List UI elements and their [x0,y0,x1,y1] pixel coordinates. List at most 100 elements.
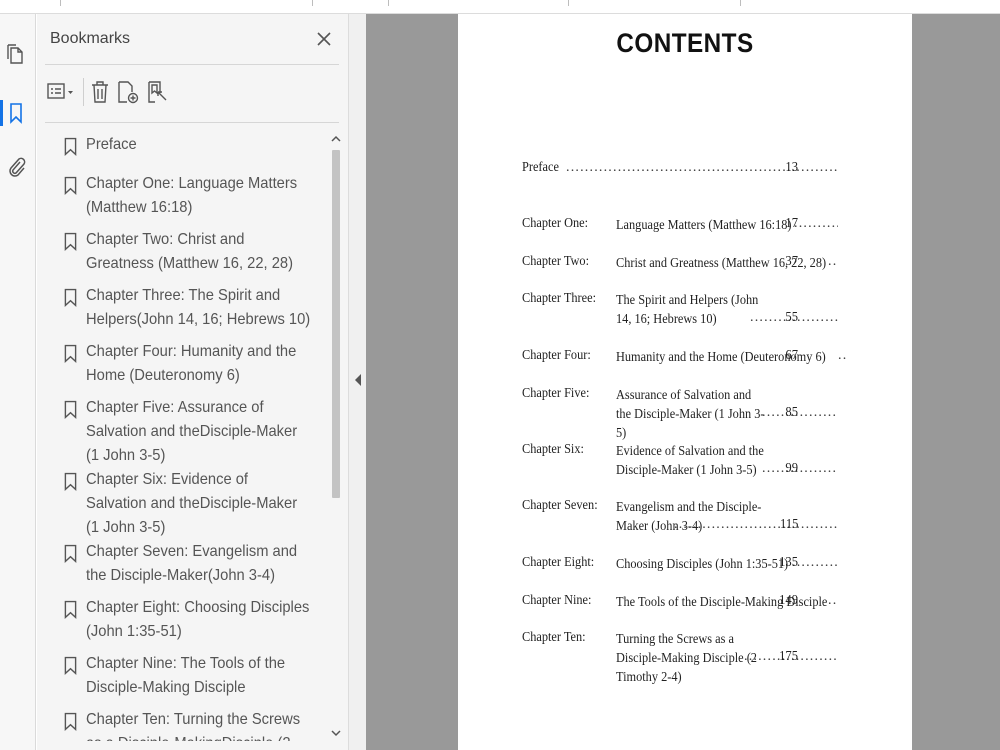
toc-entry[interactable]: Chapter Five: Assurance of Salvation and … [522,386,862,441]
contents-heading: CONTENTS [616,28,754,58]
toc-page-number: 115 [779,517,798,532]
toc-entry-title: The Tools of the Disciple-Making Discipl… [616,595,828,610]
panel-splitter[interactable] [348,14,366,750]
bookmark-label: Chapter Seven: Evangelism and the Discip… [86,543,298,584]
toc-leader-dots: ........................................… [828,593,838,608]
chevron-down-icon [331,730,341,737]
bookmark-icon [57,340,79,368]
bookmark-icon [57,468,79,496]
chevron-up-icon [331,135,341,142]
toc-entry[interactable]: Chapter Four: Humanity and the Home (Deut… [522,348,862,368]
toc-entry[interactable]: Chapter Three: The Spirit and Helpers (Jo… [522,291,862,331]
add-bookmark-icon [118,81,139,104]
bookmark-icon [57,172,79,200]
toc-page-number: 85 [785,405,798,420]
bookmark-icon [10,103,22,124]
bookmark-icon [57,708,79,736]
toc-entry-lead: Chapter Ten: [522,630,586,645]
bookmark-icon [57,396,79,424]
toc-entry[interactable]: Chapter Ten: Turning the Screws as a Disc… [522,630,862,685]
bookmark-label: Chapter Two: Christ and Greatness (Matth… [86,231,293,272]
close-panel-button[interactable] [313,28,335,50]
toc-entry-lead: Chapter Six: [522,442,584,457]
toc-page-number: 175 [779,649,798,664]
toc-entry[interactable]: Chapter Two: Christ and Greatness (Matthe… [522,254,862,274]
bookmark-item[interactable]: Chapter One: Language Matters (Matthew 1… [57,172,331,228]
toc-entry[interactable]: Preface.................................… [522,160,862,180]
toc-entry-lead: Preface [522,160,559,175]
bookmark-icon [57,652,79,680]
toc-entry-lead: Chapter Seven: [522,498,598,513]
toc-leader-dots: ........................................… [828,254,838,269]
toc-entry-lead: Chapter Three: [522,291,597,306]
bookmark-scrollbar[interactable] [329,132,343,740]
bookmark-icon [57,284,79,312]
toc-entry[interactable]: Chapter Eight: Choosing Disciples (John 1… [522,555,862,575]
document-page: CONTENTS Preface........................… [458,14,912,750]
bookmark-icon [57,228,79,256]
toc-entry-lead: Chapter One: [522,216,589,231]
bookmark-label: Chapter Six: Evidence of Salvation and t… [86,471,298,536]
bookmark-label: Chapter Eight: Choosing Disciples (John … [86,599,310,640]
bookmark-label: Chapter Nine: The Tools of the Disciple-… [86,655,286,696]
bookmark-item[interactable]: Chapter Four: Humanity and the Home (Deu… [57,340,331,396]
panel-title: Bookmarks [50,30,131,47]
toc-entry-lead: Chapter Nine: [522,593,592,608]
delete-bookmark-button[interactable] [90,76,110,108]
toc-leader-dots: ........................................… [794,216,838,231]
bookmarks-button[interactable] [0,98,29,128]
toc-page-number: 99 [785,461,798,476]
toc-entry[interactable]: Chapter One: Language Matters (Matthew 16… [522,216,862,236]
bookmark-options-button[interactable] [47,76,75,108]
toc-page-number: 37 [785,254,798,269]
bookmark-properties-button[interactable] [146,76,170,108]
toc-entry-title: Humanity and the Home (Deuteronomy 6) [616,350,826,365]
bookmark-item[interactable]: Chapter Two: Christ and Greatness (Matth… [57,228,331,284]
toc-page-number: 149 [779,593,798,608]
toc-leader-dots: ........................................… [762,405,838,420]
attachment-icon [9,157,26,177]
bookmark-item[interactable]: Chapter Ten: Turning the Screws as a Dis… [57,708,331,741]
toc-page-number: 17 [785,216,798,231]
bookmark-item[interactable]: Chapter Eight: Choosing Disciples (John … [57,596,331,652]
scrollbar-thumb[interactable] [332,150,340,498]
toc-page-number: 135 [779,555,798,570]
bookmark-label: Chapter One: Language Matters (Matthew 1… [86,175,298,216]
bookmark-item[interactable]: Chapter Three: The Spirit and Helpers(Jo… [57,284,331,340]
bookmark-toolbar [47,74,176,110]
bookmark-label: Chapter Three: The Spirit and Helpers(Jo… [86,287,311,328]
toc-leader-dots: ........................................… [674,517,838,532]
document-viewer: CONTENTS Preface........................… [366,14,1000,750]
toc-leader-dots: ........................................… [792,555,838,570]
delete-bookmark-icon [92,81,108,103]
collapse-panel-icon[interactable] [354,374,362,386]
scroll-down-button[interactable] [329,726,343,740]
bookmark-properties-icon [148,81,167,103]
add-bookmark-button[interactable] [116,76,140,108]
bookmark-item[interactable]: Chapter Five: Assurance of Salvation and… [57,396,331,468]
toc-page-number: 67 [785,348,798,363]
panel-divider [45,64,339,65]
toc-entry[interactable]: Chapter Seven: Evangelism and the Discipl… [522,498,862,538]
toc-entry[interactable]: Chapter Six: Evidence of Salvation and th… [522,442,862,482]
toolbar-separator [83,78,84,106]
page-thumbnails-button[interactable] [3,40,29,70]
bookmark-item[interactable]: Chapter Six: Evidence of Salvation and t… [57,468,331,540]
bookmark-item[interactable]: Chapter Nine: The Tools of the Disciple-… [57,652,331,708]
bookmark-label: Preface [86,136,137,153]
bookmark-item[interactable]: Chapter Seven: Evangelism and the Discip… [57,540,331,596]
toc-entry-lead: Chapter Two: [522,254,590,269]
toc-leader-dots: ........................................… [838,348,848,363]
attachments-button[interactable] [3,152,29,182]
page-thumbnails-icon [7,44,23,64]
bookmark-options-icon [47,83,73,99]
bookmark-item[interactable]: Preface [57,133,331,172]
top-toolbar-strip [0,0,1000,14]
scroll-up-button[interactable] [329,132,343,146]
toc-entry-lead: Chapter Five: [522,386,590,401]
bookmark-label: Chapter Four: Humanity and the Home (Deu… [86,343,297,384]
navigation-rail [0,14,36,750]
toc-entry[interactable]: Chapter Nine: The Tools of the Disciple-M… [522,593,862,613]
toolbar-divider [45,122,339,123]
bookmark-label: Chapter Ten: Turning the Screws as a Dis… [86,711,301,741]
